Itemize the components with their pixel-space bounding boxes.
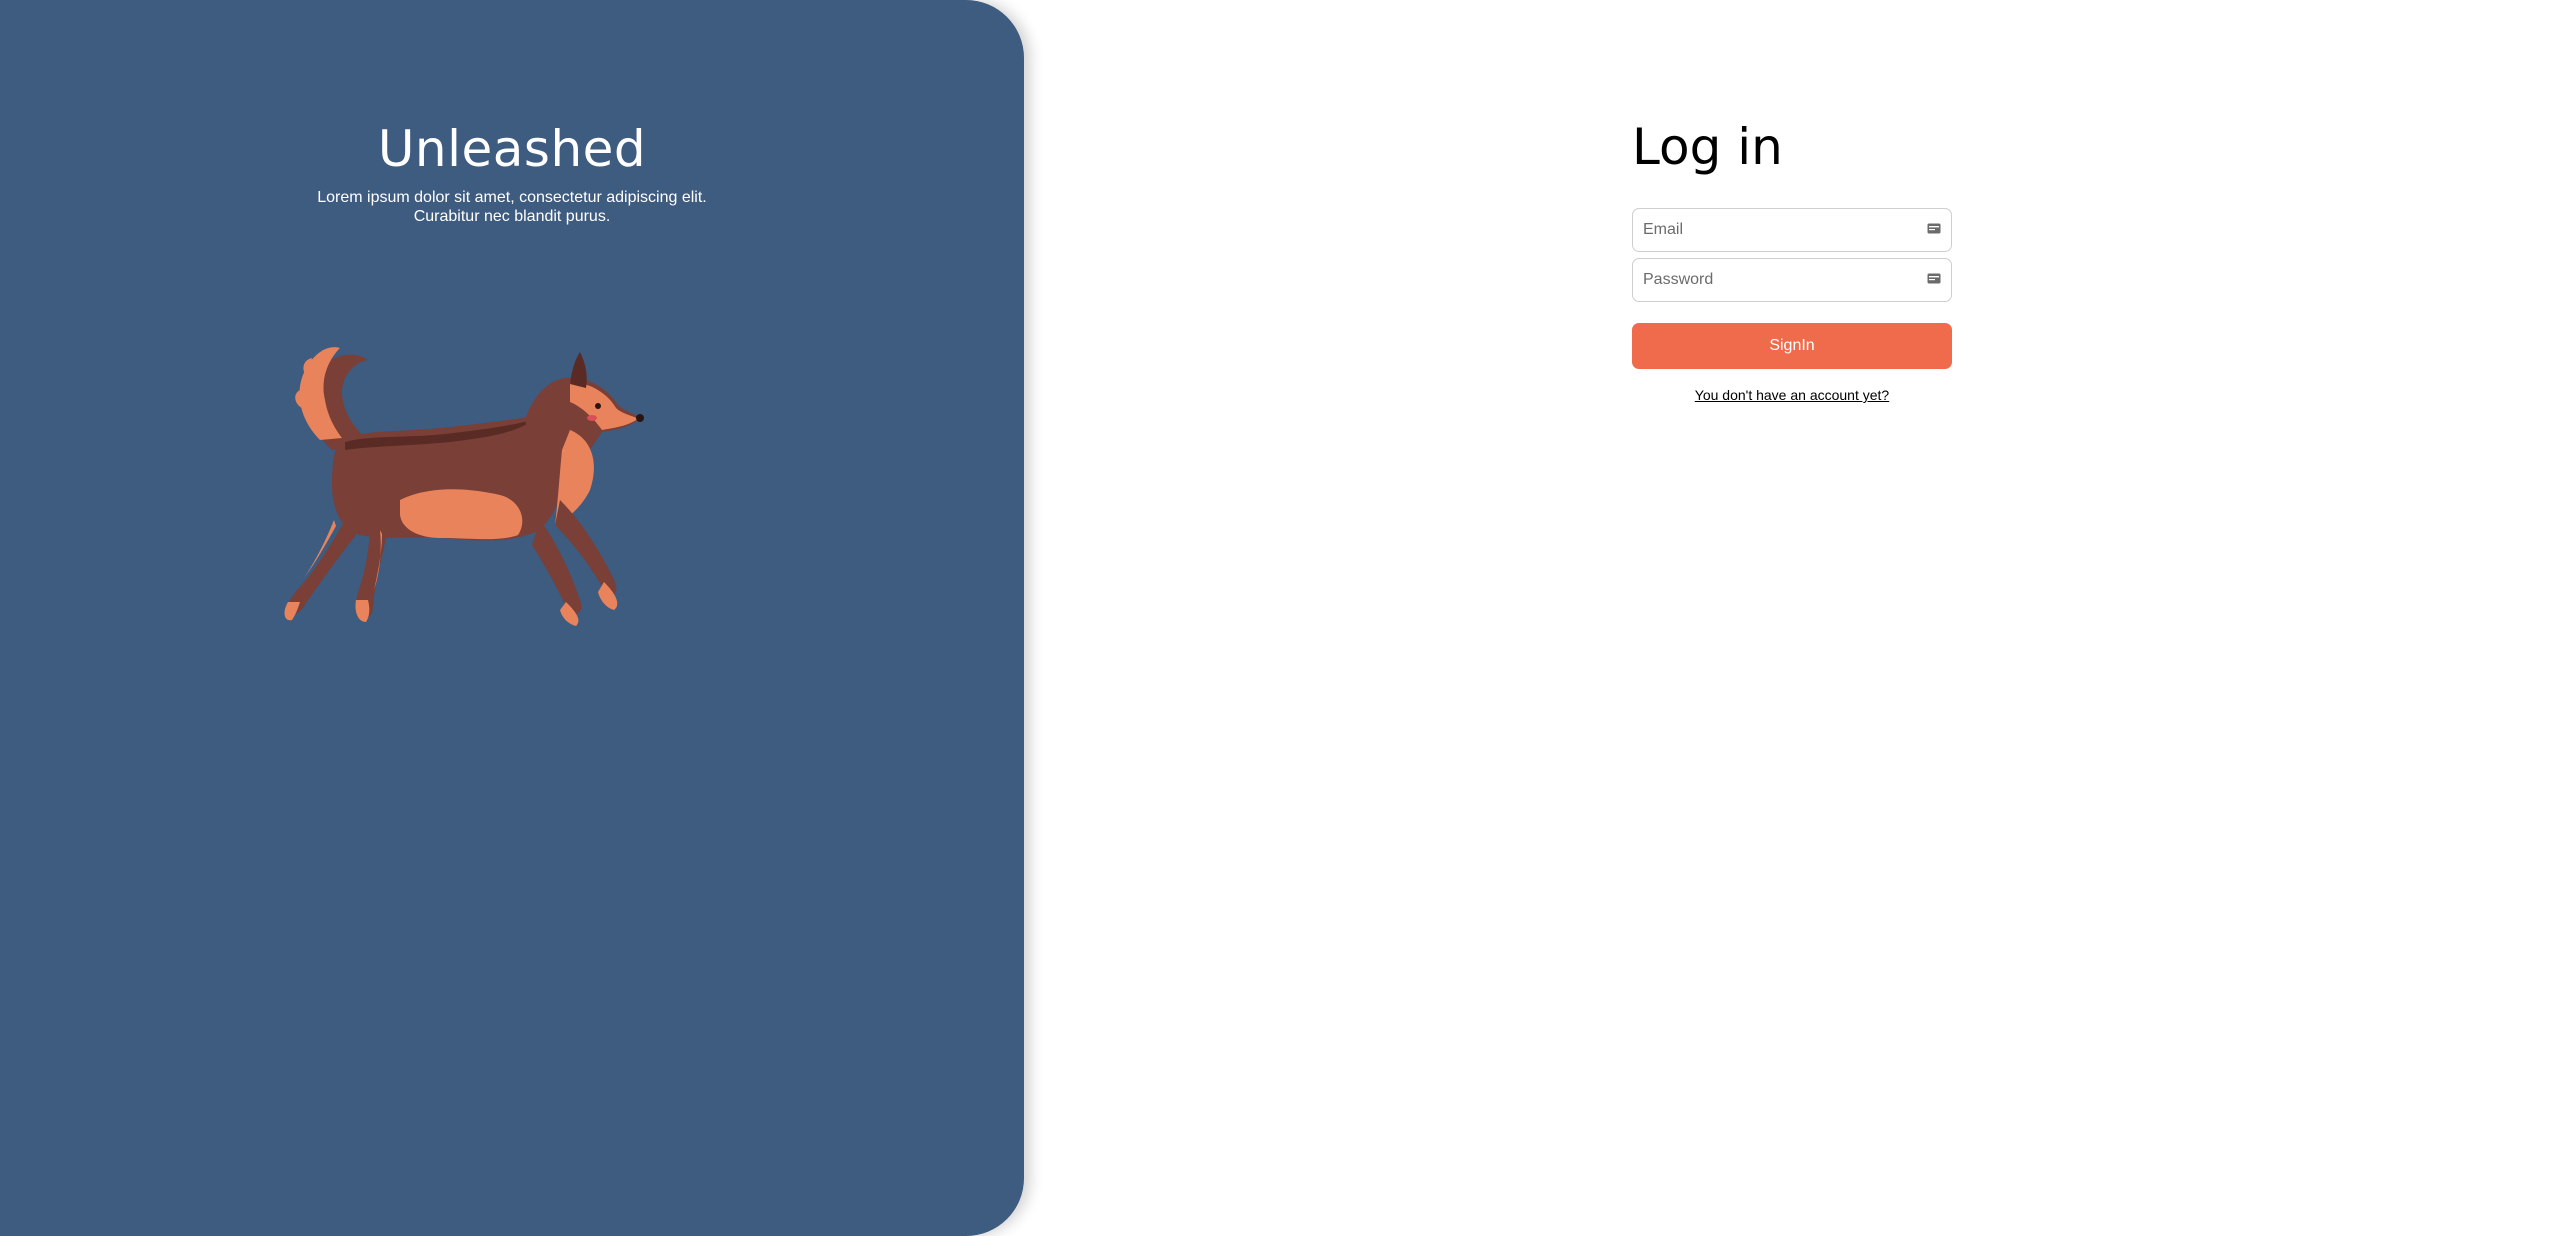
brand-tagline: Lorem ipsum dolor sit amet, consectetur … bbox=[0, 188, 1024, 226]
running-dog-illustration bbox=[284, 347, 644, 626]
brand-panel: Unleashed Lorem ipsum dolor sit amet, co… bbox=[0, 0, 1024, 1236]
brand-tagline-line-2: Curabitur nec blandit purus. bbox=[413, 208, 611, 225]
password-input[interactable] bbox=[1633, 259, 1951, 301]
login-page: Unleashed Lorem ipsum dolor sit amet, co… bbox=[0, 0, 2560, 1236]
brand-tagline-line-1: Lorem ipsum dolor sit amet, consectetur … bbox=[317, 189, 707, 206]
id-card-icon bbox=[1927, 223, 1941, 234]
signup-link[interactable]: You don't have an account yet? bbox=[1632, 387, 1952, 403]
login-title: Log in bbox=[1632, 118, 1783, 176]
signin-button[interactable]: SignIn bbox=[1632, 323, 1952, 369]
email-field[interactable] bbox=[1632, 208, 1952, 252]
id-card-icon bbox=[1927, 273, 1941, 284]
brand-title: Unleashed bbox=[377, 120, 647, 178]
email-input[interactable] bbox=[1633, 209, 1951, 251]
password-field[interactable] bbox=[1632, 258, 1952, 302]
